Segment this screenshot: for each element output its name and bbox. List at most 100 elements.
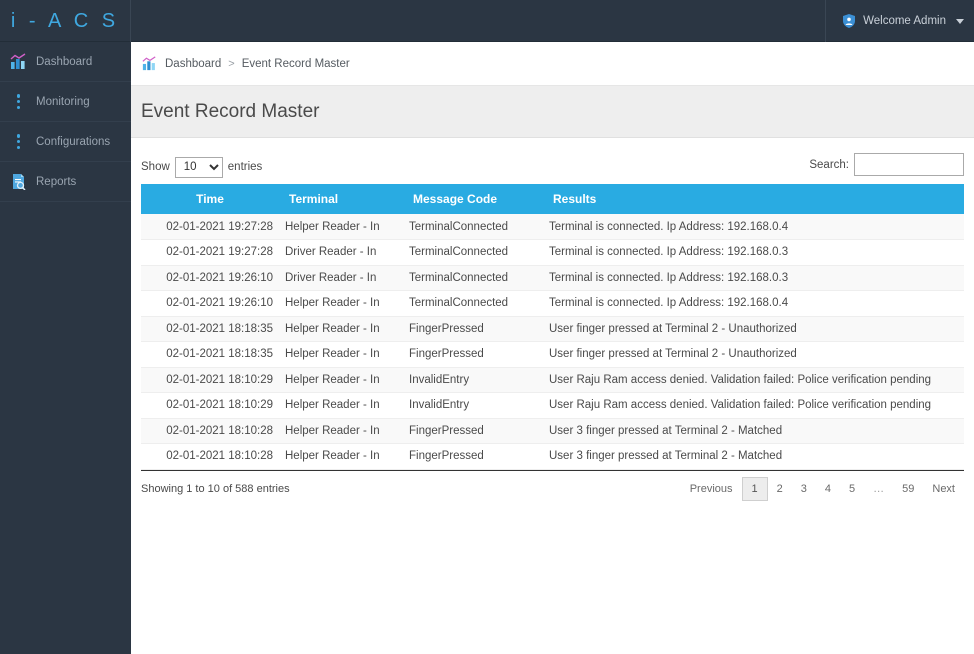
pagination-next[interactable]: Next — [923, 477, 964, 501]
application-window: i - A C S Welcome Admin Dashboard Monito… — [0, 0, 974, 654]
cell-time: 02-01-2021 18:18:35 — [166, 322, 273, 335]
table-row[interactable]: 02-01-2021 18:10:28 Helper Reader - In Fin… — [141, 418, 964, 444]
table-header-row: Time Terminal Message Code Results — [141, 184, 964, 214]
search-input[interactable] — [854, 153, 964, 176]
cell-time: 02-01-2021 18:10:28 — [166, 424, 273, 437]
cell-terminal: Helper Reader - In — [285, 424, 380, 437]
cell-message-code: TerminalConnected — [409, 220, 509, 233]
cell-terminal: Driver Reader - In — [285, 246, 377, 259]
cell-time: 02-01-2021 18:10:29 — [166, 399, 273, 412]
sidebar-item-monitoring[interactable]: Monitoring — [0, 82, 131, 122]
sidebar-item-configurations[interactable]: Configurations — [0, 122, 131, 162]
table-row[interactable]: 02-01-2021 18:10:29 Helper Reader - In Inv… — [141, 392, 964, 418]
column-header-terminal[interactable]: Terminal — [279, 184, 403, 214]
column-header-message-code[interactable]: Message Code — [403, 184, 543, 214]
pagination-2[interactable]: 2 — [768, 477, 792, 501]
breadcrumb-current: Event Record Master — [241, 57, 350, 70]
cell-time: 02-01-2021 18:18:35 — [166, 348, 273, 361]
cell-results: Terminal is connected. Ip Address: 192.1… — [549, 246, 789, 259]
table-footer: Showing 1 to 10 of 588 entries Previous 1… — [141, 471, 964, 507]
cell-message-code: InvalidEntry — [409, 373, 470, 386]
sidebar-item-label: Monitoring — [36, 95, 90, 108]
report-document-icon — [10, 173, 27, 190]
table-row[interactable]: 02-01-2021 18:18:35 Helper Reader - In Fin… — [141, 341, 964, 367]
pagination-: … — [873, 482, 885, 495]
cell-time: 02-01-2021 19:26:10 — [166, 271, 273, 284]
pagination-previous[interactable]: Previous — [681, 477, 742, 501]
cell-terminal: Helper Reader - In — [285, 348, 380, 361]
cell-terminal: Driver Reader - In — [285, 271, 377, 284]
cell-terminal: Helper Reader - In — [285, 450, 380, 463]
app-logo[interactable]: i - A C S — [0, 0, 131, 42]
cell-time: 02-01-2021 19:27:28 — [166, 220, 273, 233]
pagination-1[interactable]: 1 — [741, 476, 768, 501]
cell-message-code: FingerPressed — [409, 322, 484, 335]
sidebar-item-dashboard[interactable]: Dashboard — [0, 42, 131, 82]
cell-time: 02-01-2021 19:27:28 — [166, 246, 273, 259]
welcome-label: Welcome Admin — [863, 15, 946, 27]
cell-message-code: TerminalConnected — [409, 271, 509, 284]
bar-chart-icon — [10, 53, 27, 70]
cell-results: User 3 finger pressed at Terminal 2 - Ma… — [549, 424, 783, 437]
top-bar: i - A C S Welcome Admin — [0, 0, 974, 42]
pagination-4[interactable]: 4 — [816, 477, 840, 501]
breadcrumb-separator: > — [228, 57, 235, 70]
table-row[interactable]: 02-01-2021 18:10:28 Helper Reader - In Fin… — [141, 443, 964, 469]
column-header-time[interactable]: Time — [141, 184, 279, 214]
sidebar-item-label: Reports — [36, 175, 77, 188]
table-row[interactable]: 02-01-2021 18:18:35 Helper Reader - In Fin… — [141, 316, 964, 342]
sidebar-item-reports[interactable]: Reports — [0, 162, 131, 202]
table-row[interactable]: 02-01-2021 18:10:29 Helper Reader - In Inv… — [141, 367, 964, 393]
table-body: 02-01-2021 19:27:28 Helper Reader - In Ter… — [141, 214, 964, 469]
entries-label: entries — [227, 161, 263, 173]
event-record-table: Time Terminal Message Code Results 02-01… — [141, 184, 964, 471]
cell-terminal: Helper Reader - In — [285, 399, 380, 412]
sidebar-nav: Dashboard Monitoring Configurations Repo… — [0, 42, 131, 654]
table-row[interactable]: 02-01-2021 19:27:28 Helper Reader - In Ter… — [141, 214, 964, 240]
cell-time: 02-01-2021 19:26:10 — [166, 297, 273, 310]
table-row[interactable]: 02-01-2021 19:27:28 Driver Reader - In Ter… — [141, 239, 964, 265]
breadcrumb: Dashboard > Event Record Master — [131, 42, 974, 86]
cell-results: Terminal is connected. Ip Address: 192.1… — [549, 297, 789, 310]
page-header: Event Record Master — [131, 86, 974, 138]
search-control: Search: — [809, 153, 964, 176]
cell-terminal: Helper Reader - In — [285, 297, 380, 310]
page-length-control: Show 102550100 entries — [141, 156, 263, 178]
chevron-down-icon[interactable] — [956, 18, 964, 24]
cell-results: Terminal is connected. Ip Address: 192.1… — [549, 220, 789, 233]
table-row[interactable]: 02-01-2021 19:26:10 Helper Reader - In Ter… — [141, 290, 964, 316]
cell-results: User Raju Ram access denied. Validation … — [549, 399, 932, 412]
page-title: Event Record Master — [141, 100, 320, 122]
vertical-dots-icon — [10, 133, 27, 150]
cell-message-code: FingerPressed — [409, 450, 484, 463]
table-head: Time Terminal Message Code Results — [141, 184, 964, 214]
pagination-3[interactable]: 3 — [792, 477, 816, 501]
pagination: Previous 1 2 3 4 5 … 59 Next — [681, 476, 964, 501]
cell-results: User Raju Ram access denied. Validation … — [549, 373, 932, 386]
page-length-select[interactable]: 102550100 — [174, 156, 223, 178]
pagination-59[interactable]: 59 — [893, 477, 923, 501]
breadcrumb-home-link[interactable]: Dashboard — [165, 58, 221, 70]
table-info: Showing 1 to 10 of 588 entries — [141, 482, 290, 495]
pagination-5[interactable]: 5 — [840, 477, 864, 501]
cell-time: 02-01-2021 18:10:29 — [166, 373, 273, 386]
user-shield-icon — [840, 13, 857, 30]
cell-message-code: FingerPressed — [409, 348, 484, 361]
column-header-results[interactable]: Results — [543, 184, 964, 214]
cell-terminal: Helper Reader - In — [285, 373, 380, 386]
table-row[interactable]: 02-01-2021 19:26:10 Driver Reader - In Ter… — [141, 265, 964, 291]
table-controls: Show 102550100 entries Search: — [141, 150, 964, 184]
main-content: Dashboard > Event Record Master Event Re… — [131, 42, 974, 654]
cell-results: User 3 finger pressed at Terminal 2 - Ma… — [549, 450, 783, 463]
show-label: Show — [141, 161, 170, 173]
cell-message-code: TerminalConnected — [409, 297, 509, 310]
cell-results: User finger pressed at Terminal 2 - Unau… — [549, 322, 797, 335]
cell-message-code: TerminalConnected — [409, 246, 509, 259]
cell-terminal: Helper Reader - In — [285, 220, 380, 233]
cell-message-code: FingerPressed — [409, 424, 484, 437]
table-panel: Show 102550100 entries Search: Time Term… — [131, 138, 974, 507]
bar-chart-icon — [141, 55, 158, 72]
user-menu[interactable]: Welcome Admin — [825, 0, 964, 42]
cell-results: Terminal is connected. Ip Address: 192.1… — [549, 271, 789, 284]
vertical-dots-icon — [10, 93, 27, 110]
